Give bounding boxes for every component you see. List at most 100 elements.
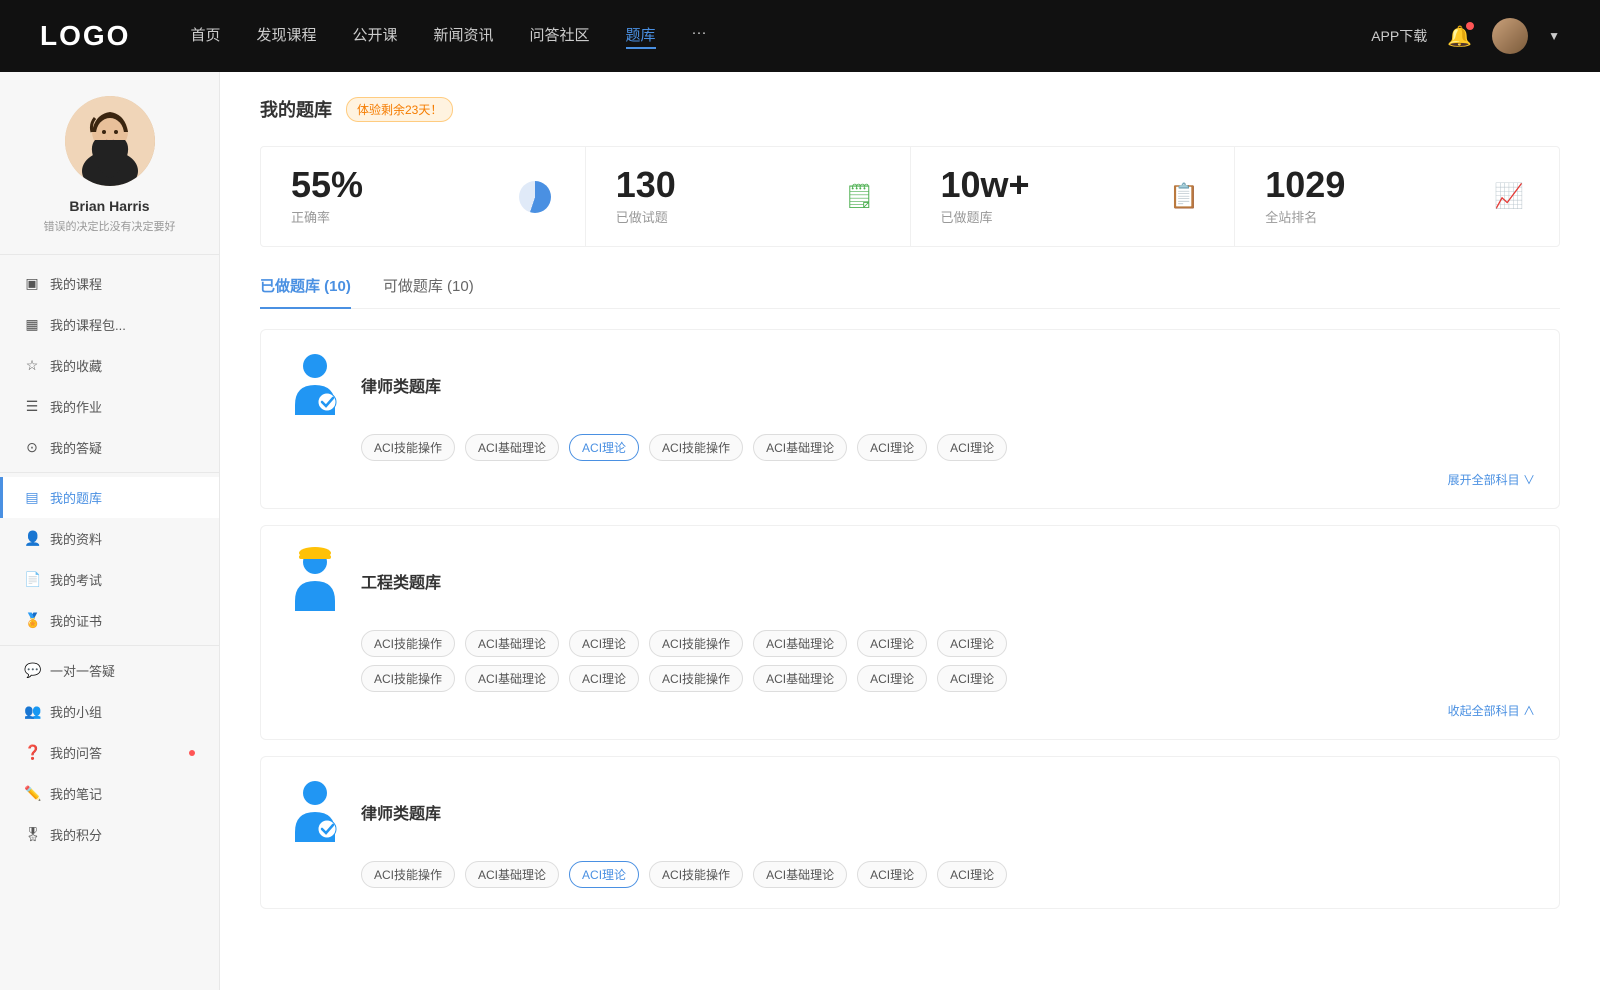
tag-aci-theory-2[interactable]: ACI理论 [937, 434, 1007, 461]
sidebar-item-homework[interactable]: ☰ 我的作业 [0, 386, 219, 427]
sidebar-item-my-cert[interactable]: 🏅 我的证书 [0, 600, 219, 641]
eng-tag-8[interactable]: ACI技能操作 [361, 665, 455, 692]
tag-aci-basic-2[interactable]: ACI基础理论 [753, 434, 847, 461]
eng-tag-11[interactable]: ACI技能操作 [649, 665, 743, 692]
sidebar-divider-2 [0, 645, 219, 646]
eng-tag-13[interactable]: ACI理论 [857, 665, 927, 692]
eng-tag-9[interactable]: ACI基础理论 [465, 665, 559, 692]
eng-tag-1[interactable]: ACI技能操作 [361, 630, 455, 657]
sidebar-label-my-points: 我的积分 [50, 825, 102, 844]
stat-rank-text: 1029 全站排名 [1265, 167, 1475, 226]
law2-tag-6[interactable]: ACI理论 [857, 861, 927, 888]
sidebar-item-course-packages[interactable]: ▦ 我的课程包... [0, 304, 219, 345]
accuracy-chart-icon [515, 177, 555, 217]
eng-tag-6[interactable]: ACI理论 [857, 630, 927, 657]
page-header: 我的题库 体验剩余23天！ [260, 96, 1560, 122]
eng-tag-14[interactable]: ACI理论 [937, 665, 1007, 692]
stat-rank-label: 全站排名 [1265, 207, 1475, 226]
nav-link-home[interactable]: 首页 [190, 24, 220, 49]
tag-aci-theory-1[interactable]: ACI理论 [857, 434, 927, 461]
law2-tag-3-active[interactable]: ACI理论 [569, 861, 639, 888]
sidebar-label-course-packages: 我的课程包... [50, 315, 126, 334]
sidebar-profile: Brian Harris 错误的决定比没有决定要好 [0, 96, 219, 255]
tag-aci-skill-1[interactable]: ACI技能操作 [361, 434, 455, 461]
qbank-card-lawyer-1: 律师类题库 ACI技能操作 ACI基础理论 ACI理论 ACI技能操作 ACI基… [260, 329, 1560, 509]
sidebar-item-my-data[interactable]: 👤 我的资料 [0, 518, 219, 559]
nav-link-news[interactable]: 新闻资讯 [434, 24, 494, 49]
avatar-image [65, 96, 155, 186]
sidebar-item-my-notes[interactable]: ✏️ 我的笔记 [0, 773, 219, 814]
stat-rank-value: 1029 [1265, 167, 1475, 203]
lawyer-icon-2 [285, 777, 345, 847]
qbank-lawyer-2-title: 律师类题库 [361, 800, 441, 824]
tab-done-banks[interactable]: 已做题库 (10) [260, 275, 351, 308]
sidebar-item-my-exam[interactable]: 📄 我的考试 [0, 559, 219, 600]
tab-available-banks[interactable]: 可做题库 (10) [383, 275, 474, 308]
tag-aci-skill-2[interactable]: ACI技能操作 [649, 434, 743, 461]
expand-button-1[interactable]: 展开全部科目 ∨ [1448, 471, 1535, 488]
engineer-icon [285, 546, 345, 616]
sidebar-item-one-on-one[interactable]: 💬 一对一答疑 [0, 650, 219, 691]
law2-tag-2[interactable]: ACI基础理论 [465, 861, 559, 888]
stat-done-banks: 10w+ 已做题库 📋 [911, 147, 1236, 246]
sidebar-label-homework: 我的作业 [50, 397, 102, 416]
sidebar-item-my-qbank[interactable]: ▤ 我的题库 [0, 477, 219, 518]
qbank-engineer-tags-row1: ACI技能操作 ACI基础理论 ACI理论 ACI技能操作 ACI基础理论 AC… [361, 630, 1535, 657]
nav-link-discover[interactable]: 发现课程 [256, 24, 316, 49]
sidebar-item-courses[interactable]: ▣ 我的课程 [0, 263, 219, 304]
qbank-lawyer-1-footer: 展开全部科目 ∨ [285, 471, 1535, 488]
notification-bell[interactable]: 🔔 [1447, 24, 1472, 49]
qbank-card-lawyer-2-header: 律师类题库 [285, 777, 1535, 847]
trial-badge: 体验剩余23天！ [346, 97, 453, 122]
user-menu-chevron-icon[interactable]: ▼ [1548, 29, 1560, 43]
nav-link-more[interactable]: ··· [692, 24, 707, 49]
my-qbank-icon: ▤ [24, 489, 40, 506]
stat-done-questions: 130 已做试题 🗒 [586, 147, 911, 246]
sidebar-item-my-qa[interactable]: ❓ 我的问答 [0, 732, 219, 773]
sidebar-item-favorites[interactable]: ☆ 我的收藏 [0, 345, 219, 386]
qbank-tabs: 已做题库 (10) 可做题库 (10) [260, 275, 1560, 309]
tag-aci-basic-1[interactable]: ACI基础理论 [465, 434, 559, 461]
sidebar-label-my-cert: 我的证书 [50, 611, 102, 630]
stat-accuracy-text: 55% 正确率 [291, 167, 501, 226]
qbank-lawyer-1-title: 律师类题库 [361, 373, 441, 397]
law2-tag-1[interactable]: ACI技能操作 [361, 861, 455, 888]
eng-tag-12[interactable]: ACI基础理论 [753, 665, 847, 692]
app-download-button[interactable]: APP下载 [1371, 26, 1427, 46]
lawyer-figure-icon [285, 350, 345, 420]
eng-tag-2[interactable]: ACI基础理论 [465, 630, 559, 657]
user-avatar[interactable] [1492, 18, 1528, 54]
eng-tag-5[interactable]: ACI基础理论 [753, 630, 847, 657]
sidebar-label-one-on-one: 一对一答疑 [50, 661, 115, 680]
law2-tag-7[interactable]: ACI理论 [937, 861, 1007, 888]
stat-accuracy-value: 55% [291, 167, 501, 203]
eng-tag-4[interactable]: ACI技能操作 [649, 630, 743, 657]
collapse-button-engineer[interactable]: 收起全部科目 ∧ [1448, 702, 1535, 719]
law2-tag-4[interactable]: ACI技能操作 [649, 861, 743, 888]
qa-notification-dot [189, 750, 195, 756]
stat-done-questions-value: 130 [616, 167, 826, 203]
sidebar-item-answers[interactable]: ⊙ 我的答疑 [0, 427, 219, 468]
sidebar-item-my-points[interactable]: 🎖 我的积分 [0, 814, 219, 855]
one-on-one-icon: 💬 [24, 662, 40, 679]
lawyer-icon [285, 350, 345, 420]
stat-accuracy: 55% 正确率 [261, 147, 586, 246]
eng-tag-3[interactable]: ACI理论 [569, 630, 639, 657]
sidebar-item-my-group[interactable]: 👥 我的小组 [0, 691, 219, 732]
pie-chart [519, 181, 551, 213]
nav-link-qa[interactable]: 问答社区 [530, 24, 590, 49]
profile-avatar [65, 96, 155, 186]
eng-tag-7[interactable]: ACI理论 [937, 630, 1007, 657]
tag-aci-theory-active-1[interactable]: ACI理论 [569, 434, 639, 461]
nav-links: 首页 发现课程 公开课 新闻资讯 问答社区 题库 ··· [190, 24, 1371, 49]
eng-tag-10[interactable]: ACI理论 [569, 665, 639, 692]
my-points-icon: 🎖 [24, 826, 40, 843]
law2-tag-5[interactable]: ACI基础理论 [753, 861, 847, 888]
my-exam-icon: 📄 [24, 571, 40, 588]
nav-link-opencourse[interactable]: 公开课 [352, 24, 397, 49]
nav-link-exam[interactable]: 题库 [626, 24, 656, 49]
stat-done-banks-value: 10w+ [941, 167, 1151, 203]
stat-rank: 1029 全站排名 📈 [1235, 147, 1559, 246]
stat-done-questions-text: 130 已做试题 [616, 167, 826, 226]
navbar: LOGO 首页 发现课程 公开课 新闻资讯 问答社区 题库 ··· APP下载 … [0, 0, 1600, 72]
